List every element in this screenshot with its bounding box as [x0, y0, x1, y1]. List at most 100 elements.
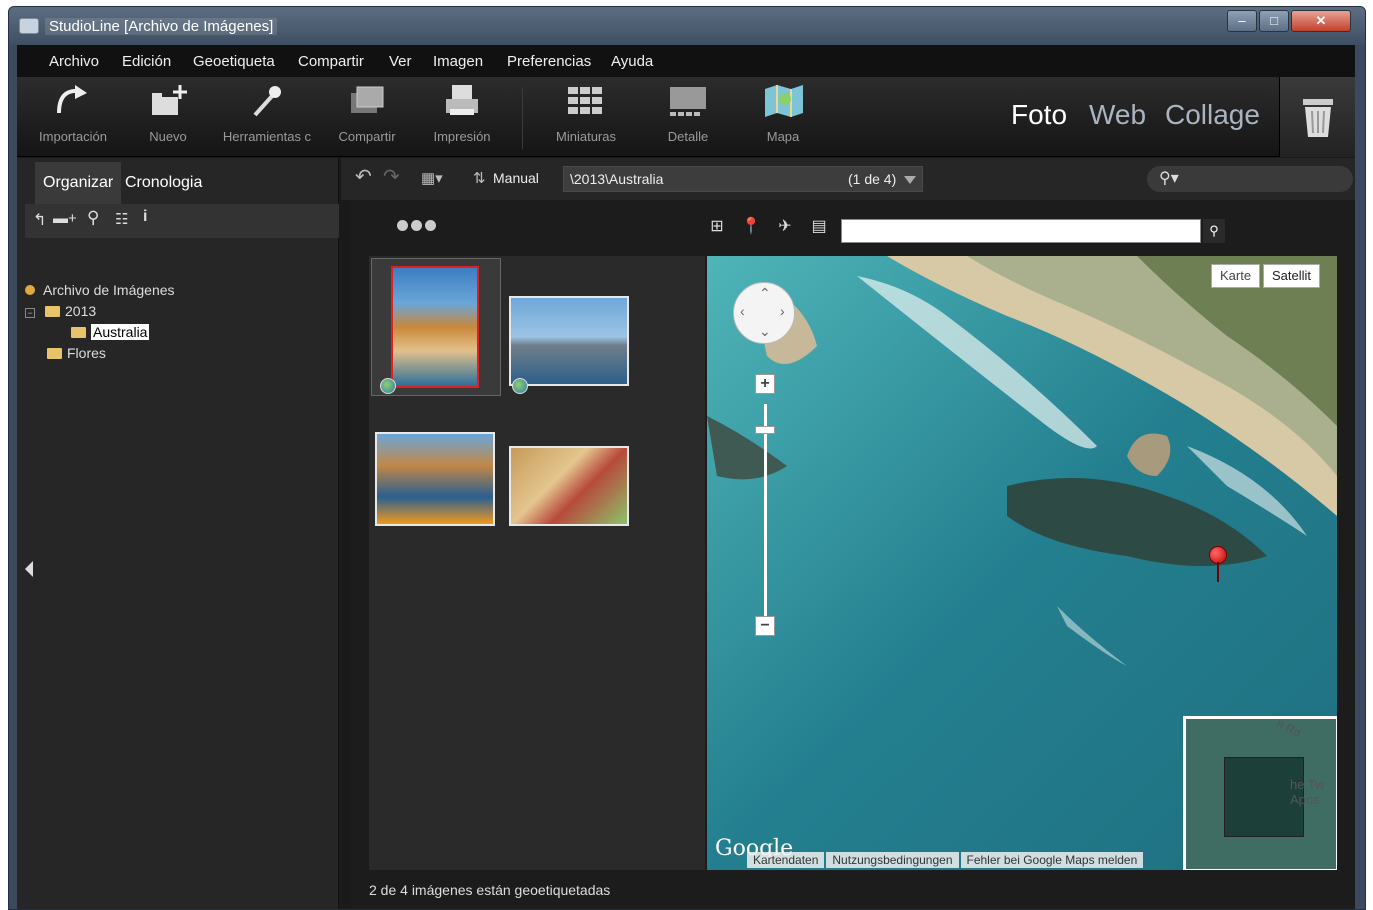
trash-icon	[1302, 99, 1333, 137]
toolbar-separator	[522, 87, 523, 149]
back-icon[interactable]: ↶	[355, 164, 372, 189]
report-error-link[interactable]: Fehler bei Google Maps melden	[960, 852, 1144, 868]
tools-button[interactable]: Herramientas c	[217, 83, 317, 144]
pan-control[interactable]: ⌃ ⌄ ‹ ›	[733, 282, 795, 344]
tree-root-label: Archivo de Imágenes	[43, 282, 175, 298]
mode-web[interactable]: Web	[1089, 99, 1146, 131]
tree-view-icon[interactable]: ☷	[115, 210, 128, 228]
folder-icon	[71, 327, 86, 338]
left-panel-toolbar: ↰ ▬+ ⚲ ☷ i	[25, 204, 339, 238]
chevron-down-icon	[904, 176, 916, 184]
tree-item-2013[interactable]: − 2013	[25, 303, 96, 319]
mode-collage[interactable]: Collage	[1165, 99, 1260, 131]
new-button[interactable]: Nuevo	[143, 83, 193, 144]
up-level-icon[interactable]: ↰	[33, 210, 46, 230]
search-icon: ⚲▾	[1159, 170, 1179, 187]
menu-preferencias[interactable]: Preferencias	[507, 53, 591, 70]
search-field[interactable]: ⚲▾	[1147, 166, 1353, 192]
pan-down-icon[interactable]: ⌄	[759, 323, 771, 340]
map-icon	[763, 83, 803, 119]
printer-icon	[442, 83, 482, 119]
map-search-button[interactable]: ⚲	[1203, 219, 1225, 243]
minimize-button[interactable]: –	[1227, 10, 1257, 32]
map-view[interactable]: Karte Satellit ⌃ ⌄ ‹ › + − n Rd he Tw Ap…	[707, 256, 1337, 870]
menu-compartir[interactable]: Compartir	[298, 53, 364, 70]
window-title: StudioLine [Archivo de Imágenes]	[45, 18, 278, 35]
collapse-left-panel-handle[interactable]	[25, 561, 33, 577]
overview-road-label: n Rd	[1274, 716, 1304, 741]
path-combo[interactable]: \2013\Australia (1 de 4)	[563, 166, 923, 192]
detail-button[interactable]: Detalle	[653, 83, 723, 144]
geotag-globe-icon	[512, 378, 528, 394]
detail-icon	[668, 83, 708, 119]
location-pin-stem	[1217, 562, 1219, 582]
tree-item-australia[interactable]: Australia	[71, 324, 150, 340]
forward-icon[interactable]: ↷	[383, 164, 400, 189]
label-icon[interactable]: ▤	[809, 216, 829, 238]
map-type-satellit[interactable]: Satellit	[1263, 264, 1321, 288]
tree-item-flores[interactable]: Flores	[47, 345, 106, 361]
pan-right-icon[interactable]: ›	[780, 303, 785, 319]
menu-ver[interactable]: Ver	[389, 53, 412, 70]
view-size-dots[interactable]	[397, 220, 436, 231]
new-folder-icon[interactable]: ▬+	[53, 210, 77, 227]
zoom-slider-track[interactable]	[764, 404, 767, 622]
menu-imagen[interactable]: Imagen	[433, 53, 483, 70]
import-icon	[53, 83, 93, 119]
zoom-out-button[interactable]: −	[755, 616, 775, 636]
tab-organize[interactable]: Organizar	[35, 162, 122, 204]
sort-label[interactable]: Manual	[493, 170, 539, 186]
expand-icon[interactable]: ⊞	[707, 216, 727, 238]
detail-label: Detalle	[667, 129, 709, 144]
pin-icon[interactable]: 📍	[741, 216, 761, 238]
tree-flores-label: Flores	[67, 345, 106, 361]
overview-map[interactable]: n Rd he Tw Apos	[1183, 716, 1337, 870]
pan-left-icon[interactable]: ‹	[740, 303, 745, 319]
collapse-icon[interactable]: −	[25, 308, 35, 318]
mode-foto[interactable]: Foto	[1011, 99, 1067, 131]
share-icon	[347, 83, 387, 119]
print-button[interactable]: Impresión	[427, 83, 497, 144]
folder-icon	[45, 306, 60, 317]
info-icon[interactable]: i	[143, 208, 147, 226]
menu-geoetiqueta[interactable]: Geoetiqueta	[193, 53, 275, 70]
map-type-karte[interactable]: Karte	[1211, 264, 1261, 288]
pan-up-icon[interactable]: ⌃	[759, 285, 771, 302]
airplane-icon[interactable]: ✈	[775, 216, 795, 238]
map-button[interactable]: Mapa	[753, 83, 813, 144]
zoom-in-button[interactable]: +	[755, 374, 775, 394]
path-text: \2013\Australia	[570, 171, 664, 187]
map-data-link[interactable]: Kartendaten	[747, 852, 825, 868]
title-bar: StudioLine [Archivo de Imágenes] – □ ✕	[9, 7, 1365, 45]
trash-button[interactable]	[1279, 77, 1355, 157]
image-count: (1 de 4)	[848, 171, 897, 187]
share-button[interactable]: Compartir	[331, 83, 403, 144]
menu-bar: Archivo Edición Geoetiqueta Compartir Ve…	[17, 45, 1355, 77]
new-folder-icon	[148, 83, 188, 119]
map-search-input[interactable]	[841, 219, 1201, 243]
zoom-slider-handle[interactable]	[755, 426, 775, 434]
tab-timeline[interactable]: Cronologia	[117, 162, 210, 204]
share-label: Compartir	[338, 129, 396, 144]
thumbnails-button[interactable]: Miniaturas	[547, 83, 625, 144]
client-area: Archivo Edición Geoetiqueta Compartir Ve…	[17, 45, 1355, 909]
import-button[interactable]: Importación	[35, 83, 111, 144]
map-label: Mapa	[766, 129, 800, 144]
tree-root[interactable]: Archivo de Imágenes	[25, 282, 175, 298]
menu-archivo[interactable]: Archivo	[49, 53, 99, 70]
view-mode-icon[interactable]: ▦▾	[421, 169, 443, 187]
thumbnail-harbour-bridge[interactable]	[509, 296, 629, 386]
close-button[interactable]: ✕	[1291, 10, 1351, 32]
toolbar: Importación Nuevo Herramientas c Compart…	[17, 77, 1355, 157]
print-label: Impresión	[433, 129, 491, 144]
thumbnail-kayak[interactable]	[375, 432, 495, 526]
map-footer: Kartendaten Nutzungsbedingungen Fehler b…	[747, 852, 1145, 868]
menu-ayuda[interactable]: Ayuda	[611, 53, 653, 70]
sort-icon[interactable]: ⇅	[473, 169, 486, 187]
terms-link[interactable]: Nutzungsbedingungen	[826, 852, 959, 868]
menu-edicion[interactable]: Edición	[122, 53, 171, 70]
thumbnail-twelve-apostles[interactable]	[391, 266, 479, 388]
maximize-button[interactable]: □	[1259, 10, 1289, 32]
thumbnail-volleyball[interactable]	[509, 446, 629, 526]
search-icon[interactable]: ⚲	[87, 208, 99, 228]
